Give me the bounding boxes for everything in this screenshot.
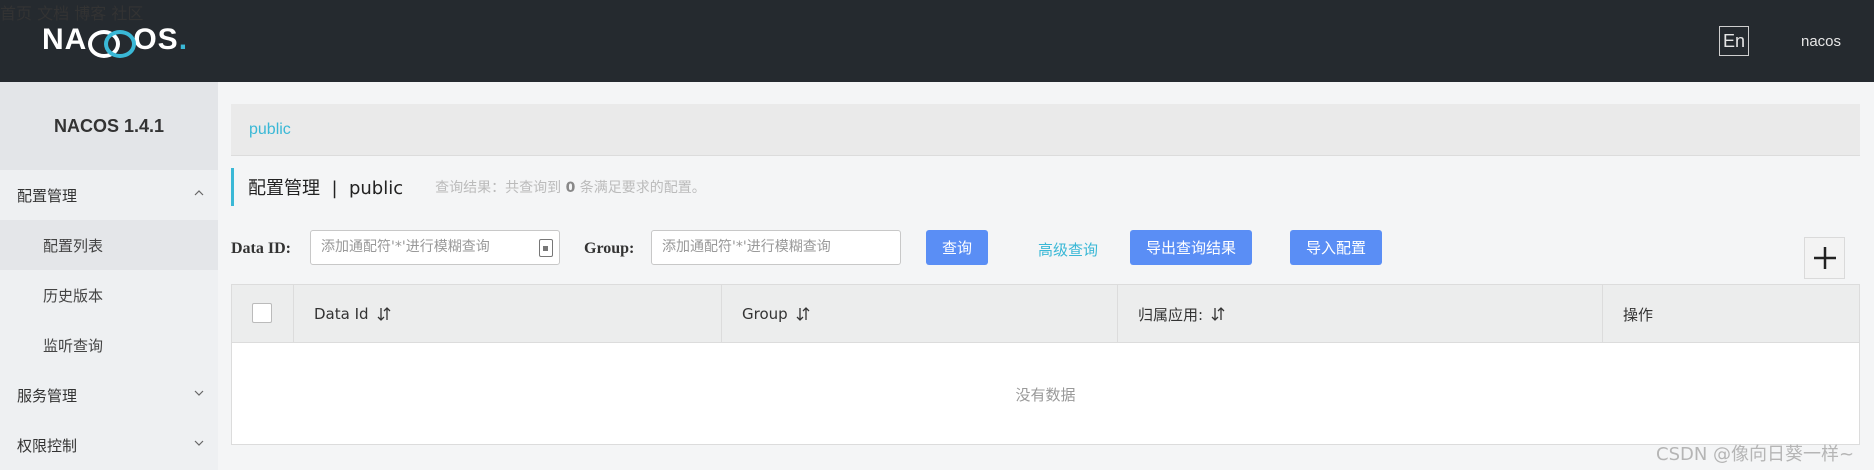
query-summary: 查询结果：共查询到 0 条满足要求的配置。 [435,177,706,197]
column-header-actions: 操作 [1603,285,1859,343]
sidebar: NACOS 1.4.1 配置管理 配置列表 历史版本 监听查询 服务管理 权限控… [0,82,218,470]
add-config-button[interactable] [1804,237,1845,279]
column-header-data-id[interactable]: Data Id [294,285,722,343]
user-name[interactable]: nacos [1801,33,1841,50]
group-label: Group: [584,240,635,257]
namespace-public-link[interactable]: public [249,121,291,139]
column-header-group[interactable]: Group [722,285,1118,343]
nav-docs[interactable]: 文档 [37,4,69,23]
data-id-label: Data ID: [231,240,291,257]
select-all-cell [232,285,294,343]
sort-icon[interactable] [377,306,391,322]
chevron-down-icon [194,440,204,446]
nav-blog[interactable]: 博客 [74,4,106,23]
sidebar-group-service[interactable]: 服务管理 [0,370,218,420]
advanced-query-link[interactable]: 高级查询 [1038,239,1098,260]
sort-icon[interactable] [1211,306,1225,322]
sidebar-item-config-list[interactable]: 配置列表 [0,220,218,270]
summary-prefix: 查询结果：共查询到 [435,180,562,196]
select-all-checkbox[interactable] [252,303,272,323]
logo-text-left: NA [42,23,88,56]
sort-icon[interactable] [796,306,810,322]
top-navbar: NA OS . 首页 文档 博客 社区 En nacos [0,0,1874,82]
nav-community[interactable]: 社区 [111,4,143,23]
sidebar-group-label: 权限控制 [17,436,78,455]
sidebar-group-label: 配置管理 [17,186,78,205]
sidebar-item-history[interactable]: 历史版本 [0,270,218,320]
export-results-button[interactable]: 导出查询结果 [1130,230,1252,265]
group-input[interactable]: 添加通配符'*'进行模糊查询 [651,230,901,265]
data-id-placeholder: 添加通配符'*'进行模糊查询 [321,239,490,255]
column-label: 归属应用: [1138,305,1204,324]
namespace-bar: public [231,104,1860,156]
chevron-down-icon [194,390,204,396]
plus-icon [1813,247,1836,269]
config-table: Data Id Group 归属应用: 操作 没有数据 [231,284,1860,445]
calendar-icon[interactable] [539,239,553,257]
logo-text-right: OS [133,23,179,56]
sidebar-group-label: 服务管理 [17,386,78,405]
chevron-up-icon [194,190,204,196]
column-header-app[interactable]: 归属应用: [1118,285,1603,343]
column-label: Group [742,305,788,323]
nav-home[interactable]: 首页 [0,4,32,23]
empty-table-message: 没有数据 [1015,385,1076,404]
sidebar-item-listener-query[interactable]: 监听查询 [0,320,218,370]
sidebar-group-auth[interactable]: 权限控制 [0,420,218,470]
data-id-input[interactable]: 添加通配符'*'进行模糊查询 [310,230,560,265]
logo-dot: . [178,23,189,56]
column-label: Data Id [314,305,369,323]
group-placeholder: 添加通配符'*'进行模糊查询 [662,239,831,255]
summary-suffix: 条满足要求的配置。 [579,180,706,196]
page-title: 配置管理 | public [248,178,404,199]
sidebar-group-config[interactable]: 配置管理 [0,170,218,220]
table-header: Data Id Group 归属应用: 操作 [232,285,1859,343]
language-switch-button[interactable]: En [1719,26,1749,56]
watermark: CSDN @像向日葵一样~ [1656,444,1855,465]
import-config-button[interactable]: 导入配置 [1290,230,1382,265]
nacos-logo[interactable]: NA OS . [42,23,189,58]
query-button[interactable]: 查询 [926,230,988,265]
logo-rings-icon [88,28,137,58]
page-title-bar: 配置管理 | public 查询结果：共查询到 0 条满足要求的配置。 [231,168,706,206]
column-label: 操作 [1623,305,1654,324]
sidebar-title: NACOS 1.4.1 [0,82,218,170]
summary-count: 0 [565,180,576,196]
